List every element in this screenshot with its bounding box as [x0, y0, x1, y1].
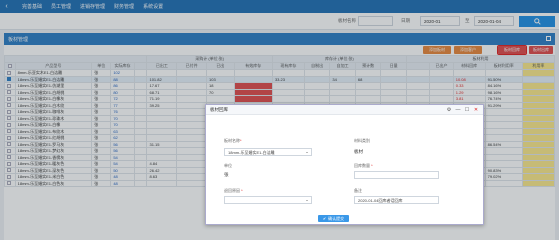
modal-window-controls: ⚙ — ☐ ✕: [446, 107, 479, 113]
board-name-select[interactable]: 18mm-乐至婚实E1-白洁雕: [224, 148, 312, 156]
modal-header: 板材回库 ⚙ — ☐ ✕: [206, 105, 483, 115]
unit-value: 张: [224, 172, 229, 177]
material-type-label: 材料类别: [354, 138, 370, 143]
close-icon[interactable]: ✕: [473, 107, 479, 113]
unit-label: 单位: [224, 163, 232, 168]
app-root: ‹ 完善基础 员工管理 进销存管理 财务管理 系统设置 板材名称 日期 2020…: [0, 0, 559, 240]
maximize-icon[interactable]: ☐: [464, 107, 470, 113]
board-name-field-label: 板材名称*: [224, 138, 242, 143]
board-name-select-value: 18mm-乐至婚实E1-白洁雕: [228, 150, 275, 155]
check-icon: ✔: [322, 216, 327, 221]
return-qty-label: 回库数量 *: [354, 163, 373, 168]
return-qty-input[interactable]: [354, 171, 439, 179]
chevron-down-icon: [306, 152, 308, 153]
material-type-value: 板材: [354, 149, 363, 154]
settings-icon[interactable]: ⚙: [446, 107, 452, 113]
minimize-icon[interactable]: —: [455, 107, 461, 113]
chevron-down-icon: [306, 200, 308, 201]
confirm-submit-label: 确认提交: [328, 215, 345, 221]
return-reason-select[interactable]: [224, 196, 312, 204]
modal-title: 板材回库: [210, 106, 228, 112]
return-reason-label: 退回原因 *: [224, 188, 243, 193]
board-return-modal: 板材回库 ⚙ — ☐ ✕ 板材名称* 18mm-乐至婚实E1-白洁雕 材料类别 …: [205, 104, 484, 225]
note-label: 备注: [354, 188, 362, 193]
confirm-submit-button[interactable]: ✔ 确认提交: [318, 215, 349, 222]
note-input[interactable]: 2020-01-04回库者话回库: [354, 196, 439, 204]
